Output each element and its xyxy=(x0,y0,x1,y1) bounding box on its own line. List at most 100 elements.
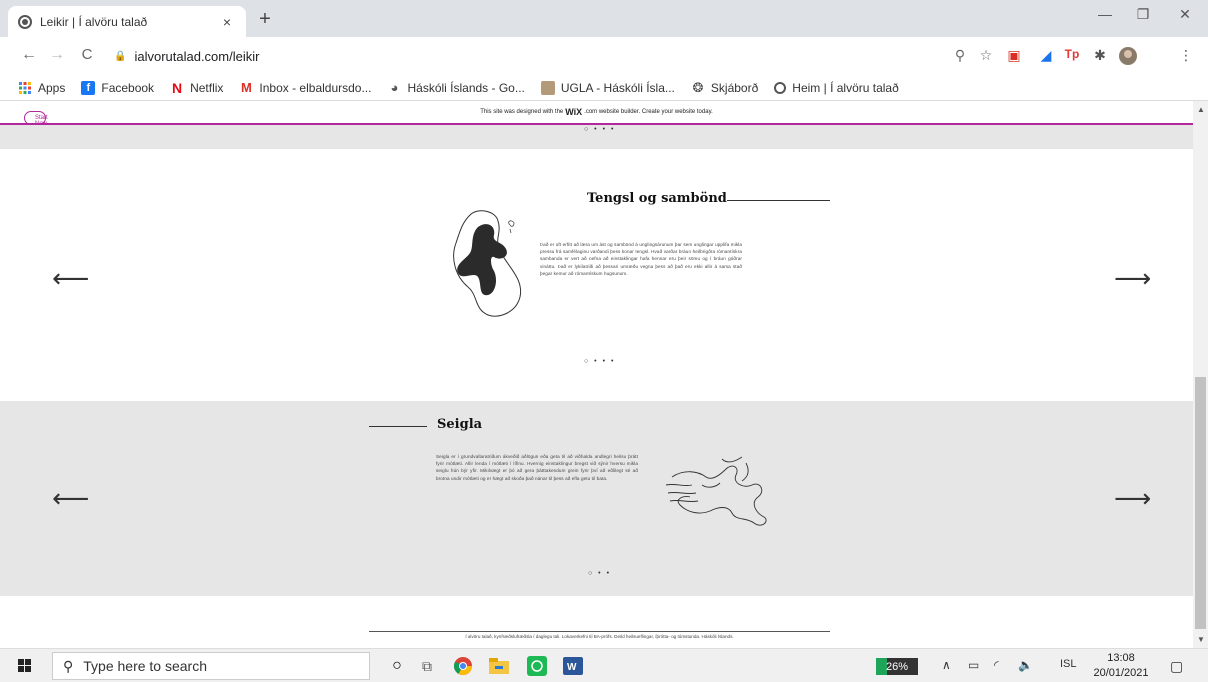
resilience-illustration xyxy=(665,456,767,526)
tab-strip: Leikir | Í alvöru talað × + — ❐ ✕ xyxy=(0,0,1208,37)
spotify-icon[interactable] xyxy=(526,656,548,676)
restore-button[interactable]: ❐ xyxy=(1128,6,1158,23)
chrome-icon[interactable] xyxy=(452,656,474,676)
slider-dots[interactable]: ○ • • • xyxy=(584,126,615,133)
couple-illustration xyxy=(453,210,522,317)
menu-kebab-icon[interactable]: ⋮ xyxy=(1176,47,1196,64)
bookmarks-bar: Apps f Facebook N Netflix M Inbox - elba… xyxy=(0,75,1208,101)
section-seigla: Seigla Seigla er í grundvallaratriðum ák… xyxy=(0,401,1193,596)
tab-title: Leikir | Í alvöru talað xyxy=(40,14,148,29)
file-explorer-icon[interactable] xyxy=(488,656,510,676)
page-footer: Í alvöru talað, kynfræðslufræðsla í dagl… xyxy=(0,596,1193,648)
extension-2-icon[interactable]: ◢ xyxy=(1036,47,1056,64)
page-viewport: This site was designed with the WiX .com… xyxy=(0,101,1193,648)
bookmark-skjabord[interactable]: ❂ Skjáborð xyxy=(691,79,759,95)
avatar-icon xyxy=(1119,47,1137,65)
netflix-icon: N xyxy=(172,79,183,96)
site-favicon-icon xyxy=(18,14,32,29)
profile-avatar[interactable] xyxy=(1118,47,1138,68)
word-icon[interactable]: W xyxy=(562,656,584,676)
svg-text:W: W xyxy=(567,662,577,673)
wix-banner-pre: This site was designed with the xyxy=(480,109,564,115)
notifications-icon[interactable]: ▢ xyxy=(1170,658,1183,675)
tray-chevron-icon[interactable]: ∧ xyxy=(942,658,951,672)
bookmark-label: Inbox - elbaldursdo... xyxy=(259,80,372,95)
scroll-down-icon[interactable]: ▼ xyxy=(1197,635,1205,644)
bookmark-gmail[interactable]: M Inbox - elbaldursdo... xyxy=(239,80,372,95)
extensions-puzzle-icon[interactable]: ✱ xyxy=(1090,47,1110,64)
prev-slide-arrow[interactable]: ⟵ xyxy=(52,265,89,291)
previous-section-strip: ○ • • • xyxy=(0,125,1193,149)
zoom-icon[interactable]: ⚲ xyxy=(950,47,970,64)
bookmark-ugla[interactable]: UGLA - Háskóli Ísla... xyxy=(540,80,675,95)
browser-tab[interactable]: Leikir | Í alvöru talað × xyxy=(8,6,246,37)
wix-logo[interactable]: WiX xyxy=(565,107,582,117)
ugla-icon xyxy=(540,80,555,95)
lock-icon: 🔒 xyxy=(114,50,127,62)
bookmark-label: Heim | Í alvöru talað xyxy=(792,80,899,95)
next-slide-arrow[interactable]: ⟶ xyxy=(1114,485,1151,511)
input-language[interactable]: ISL xyxy=(1060,658,1077,670)
taskbar-search-box[interactable]: ⚲ Type here to search xyxy=(52,652,370,680)
apps-grid-icon xyxy=(18,81,32,95)
windows-start-icon[interactable] xyxy=(18,659,32,673)
start-now-button[interactable]: Start Now xyxy=(24,111,48,127)
system-clock[interactable]: 13:08 20/01/2021 xyxy=(1092,651,1150,681)
next-slide-arrow[interactable]: ⟶ xyxy=(1114,265,1151,291)
bookmark-label: Háskóli Íslands - Go... xyxy=(407,80,525,95)
footer-divider xyxy=(369,631,830,632)
site-icon xyxy=(774,81,787,94)
volume-icon[interactable]: 🔈 xyxy=(1018,658,1033,672)
minimize-button[interactable]: — xyxy=(1090,6,1120,22)
clock-date: 20/01/2021 xyxy=(1093,667,1149,679)
search-icon: ⚲ xyxy=(63,657,74,674)
page-scrollbar[interactable]: ▲ ▼ xyxy=(1193,101,1208,648)
bookmark-haskoli[interactable]: ◕ Háskóli Íslands - Go... xyxy=(387,80,525,95)
clock-time: 13:08 xyxy=(1107,652,1135,664)
windows-taskbar: ⚲ Type here to search ○ ⧉ W 26% ∧ ▭ ◜ 🔈 … xyxy=(0,648,1208,682)
forward-button[interactable]: → xyxy=(46,46,68,64)
title-divider xyxy=(727,200,830,201)
wifi-icon[interactable]: ◜ xyxy=(994,658,999,672)
slider-dots[interactable]: ○ • • xyxy=(588,570,611,577)
extension-tp-icon[interactable]: Tp xyxy=(1062,47,1082,61)
tab-close-button[interactable]: × xyxy=(218,14,236,30)
prev-slide-arrow[interactable]: ⟵ xyxy=(52,485,89,511)
bookmark-netflix[interactable]: N Netflix xyxy=(170,79,224,96)
bookmark-facebook[interactable]: f Facebook xyxy=(81,80,154,95)
extension-1-icon[interactable]: ▣ xyxy=(1004,47,1024,64)
skjabord-icon: ❂ xyxy=(692,79,704,95)
address-bar[interactable]: 🔒 ialvorutalad.com/leikir xyxy=(102,42,1012,70)
title-divider xyxy=(369,426,427,427)
bookmark-label: Netflix xyxy=(190,80,224,95)
wix-banner: This site was designed with the WiX .com… xyxy=(0,101,1193,127)
section-body: Það er oft erfitt að læra um ást og samb… xyxy=(540,242,742,276)
url-text: ialvorutalad.com/leikir xyxy=(134,48,260,64)
section-body: Seigla er í grundvallaratriðum ákveðið a… xyxy=(436,454,638,481)
task-view-icon[interactable]: ⧉ xyxy=(416,656,438,676)
close-window-button[interactable]: ✕ xyxy=(1170,6,1200,23)
reload-button[interactable]: C xyxy=(76,46,98,63)
bookmark-heim[interactable]: Heim | Í alvöru talað xyxy=(774,81,899,95)
gmail-icon: M xyxy=(240,80,252,95)
bookmark-star-icon[interactable]: ☆ xyxy=(976,47,996,64)
slider-dots[interactable]: ○ • • • xyxy=(584,358,615,365)
scroll-up-icon[interactable]: ▲ xyxy=(1197,105,1205,114)
toolbar: ← → C 🔒 ialvorutalad.com/leikir ⚲ ☆ ▣ ◢ … xyxy=(0,37,1208,75)
bookmark-apps[interactable]: Apps xyxy=(18,81,65,95)
cortana-icon[interactable]: ○ xyxy=(386,656,408,676)
bookmark-label: Skjáborð xyxy=(710,80,759,95)
footer-text: Í alvöru talað, kynfræðslufræðsla í dagl… xyxy=(465,634,734,639)
scrollbar-thumb[interactable] xyxy=(1195,377,1206,629)
search-placeholder: Type here to search xyxy=(83,658,208,674)
bookmark-label: UGLA - Háskóli Ísla... xyxy=(560,80,675,95)
battery-indicator[interactable]: 26% xyxy=(876,658,918,675)
battery-text: 26% xyxy=(885,660,909,673)
back-button[interactable]: ← xyxy=(18,46,40,64)
globe-icon: ◕ xyxy=(390,80,399,95)
new-tab-button[interactable]: + xyxy=(254,9,276,29)
battery-tray-icon[interactable]: ▭ xyxy=(968,658,979,672)
section-tengsl: Tengsl og sambönd Það er oft erfitt að l… xyxy=(0,149,1193,401)
facebook-icon: f xyxy=(81,80,96,95)
wix-banner-post: .com website builder. Create your websit… xyxy=(584,109,713,115)
